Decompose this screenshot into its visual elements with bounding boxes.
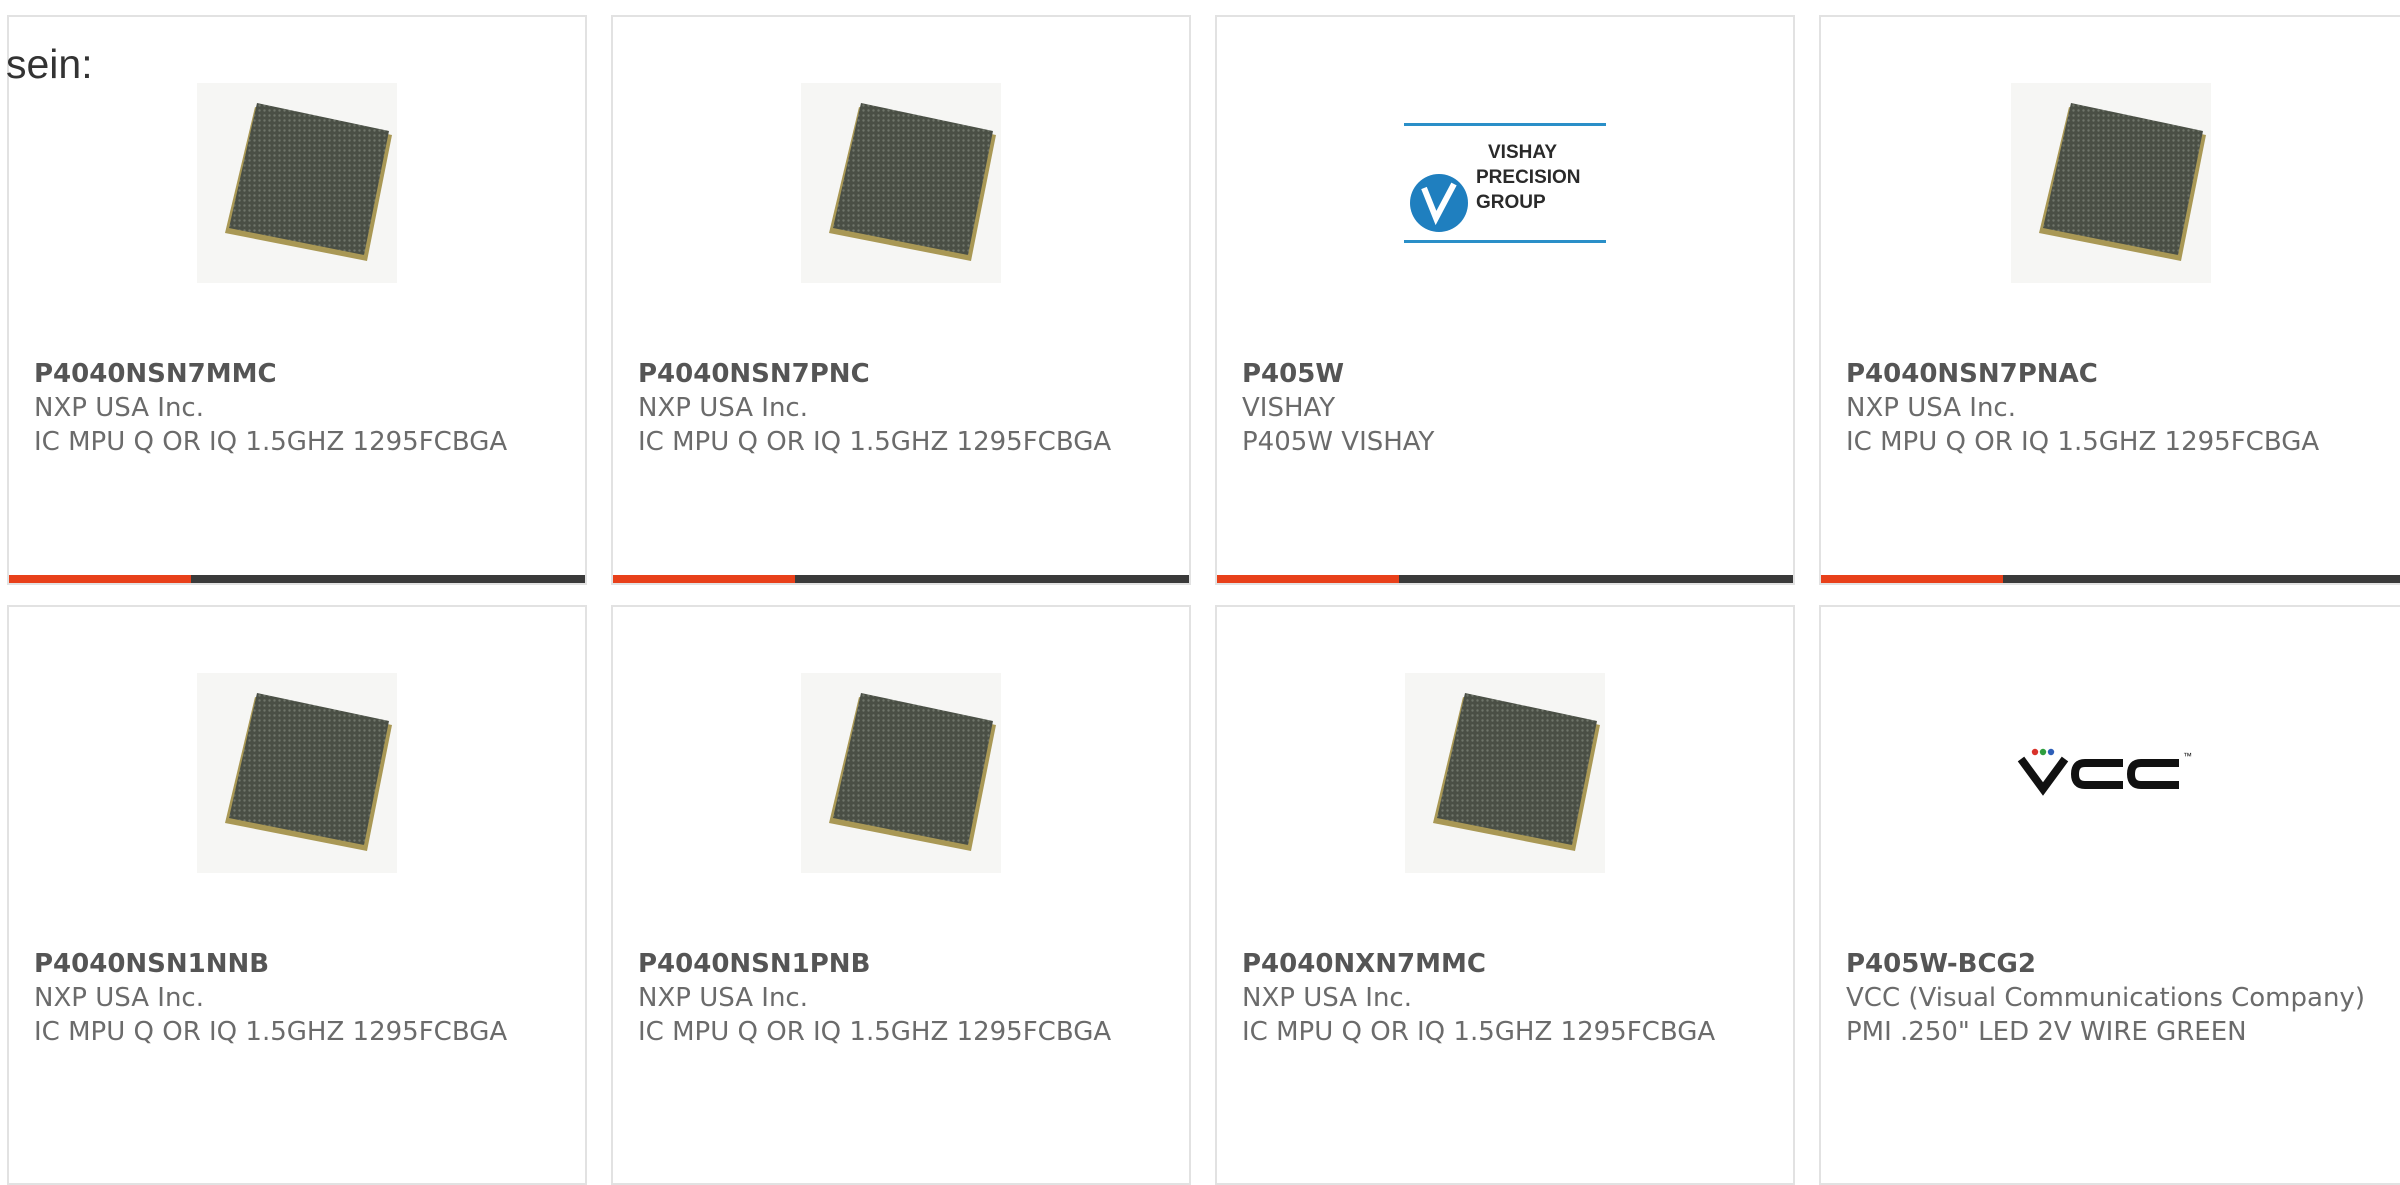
product-card[interactable]: P4040NSN7PNAC NXP USA Inc. IC MPU Q OR I…: [1819, 15, 2400, 585]
product-image: [613, 83, 1189, 283]
product-image: [9, 673, 585, 873]
product-image: VISHAY PRECISION GROUP: [1217, 83, 1793, 283]
product-card[interactable]: VISHAY PRECISION GROUP P405W VISHAY P405…: [1215, 15, 1795, 585]
description: IC MPU Q OR IQ 1.5GHZ 1295FCBGA: [638, 1017, 1112, 1047]
card-bottom-bar: [613, 575, 1189, 583]
product-card[interactable]: P4040NXN7MMC NXP USA Inc. IC MPU Q OR IQ…: [1215, 605, 1795, 1185]
lead-text: sein:: [6, 41, 93, 87]
card-accent-bar: [9, 575, 191, 583]
vishay-logo-text: VISHAY PRECISION GROUP: [1476, 142, 1581, 213]
description: PMI .250" LED 2V WIRE GREEN: [1846, 1017, 2247, 1047]
description: P405W VISHAY: [1242, 427, 1435, 457]
bga-chip-image: [197, 83, 397, 283]
part-number[interactable]: P4040NSN1PNB: [638, 947, 1169, 981]
card-accent-bar: [1217, 575, 1399, 583]
manufacturer: NXP USA Inc.: [1846, 393, 2016, 423]
product-card[interactable]: P4040NSN7PNC NXP USA Inc. IC MPU Q OR IQ…: [611, 15, 1191, 585]
product-info: P4040NSN7PNAC NXP USA Inc. IC MPU Q OR I…: [1846, 357, 2380, 459]
bga-chip-image: [197, 673, 397, 873]
card-bottom-bar: [1217, 575, 1793, 583]
product-card[interactable]: P4040NSN1NNB NXP USA Inc. IC MPU Q OR IQ…: [7, 605, 587, 1185]
manufacturer: NXP USA Inc.: [34, 393, 204, 423]
product-info: P4040NSN7MMC NXP USA Inc. IC MPU Q OR IQ…: [34, 357, 565, 459]
bga-chip-image: [801, 83, 1001, 283]
product-card[interactable]: ™ P405W-BCG2 VCC (Visual Communications …: [1819, 605, 2400, 1185]
product-info: P405W-BCG2 VCC (Visual Communications Co…: [1846, 947, 2380, 1049]
product-info: P4040NSN7PNC NXP USA Inc. IC MPU Q OR IQ…: [638, 357, 1169, 459]
card-bottom-bar: [9, 575, 585, 583]
description: IC MPU Q OR IQ 1.5GHZ 1295FCBGA: [638, 427, 1112, 457]
description: IC MPU Q OR IQ 1.5GHZ 1295FCBGA: [1242, 1017, 1716, 1047]
product-info: P4040NXN7MMC NXP USA Inc. IC MPU Q OR IQ…: [1242, 947, 1773, 1049]
product-image: [1821, 83, 2400, 283]
part-number[interactable]: P4040NXN7MMC: [1242, 947, 1773, 981]
product-grid: P4040NSN7MMC NXP USA Inc. IC MPU Q OR IQ…: [0, 0, 2400, 1185]
product-image: [1217, 673, 1793, 873]
svg-text:™: ™: [2183, 751, 2192, 761]
part-number[interactable]: P4040NSN7PNC: [638, 357, 1169, 391]
part-number[interactable]: P4040NSN7PNAC: [1846, 357, 2380, 391]
product-image: ™: [1821, 673, 2400, 873]
product-info: P4040NSN1NNB NXP USA Inc. IC MPU Q OR IQ…: [34, 947, 565, 1049]
part-number[interactable]: P405W-BCG2: [1846, 947, 2380, 981]
description: IC MPU Q OR IQ 1.5GHZ 1295FCBGA: [34, 427, 508, 457]
bga-chip-image: [801, 673, 1001, 873]
manufacturer: NXP USA Inc.: [638, 983, 808, 1013]
manufacturer: VISHAY: [1242, 393, 1336, 423]
description: IC MPU Q OR IQ 1.5GHZ 1295FCBGA: [1846, 427, 2320, 457]
product-info: P4040NSN1PNB NXP USA Inc. IC MPU Q OR IQ…: [638, 947, 1169, 1049]
product-image: [9, 83, 585, 283]
description: IC MPU Q OR IQ 1.5GHZ 1295FCBGA: [34, 1017, 508, 1047]
card-bottom-bar: [1821, 575, 2400, 583]
manufacturer: VCC (Visual Communications Company): [1846, 983, 2365, 1013]
part-number[interactable]: P4040NSN1NNB: [34, 947, 565, 981]
card-accent-bar: [1821, 575, 2003, 583]
manufacturer: NXP USA Inc.: [34, 983, 204, 1013]
part-number[interactable]: P4040NSN7MMC: [34, 357, 565, 391]
product-image: [613, 673, 1189, 873]
product-card[interactable]: P4040NSN1PNB NXP USA Inc. IC MPU Q OR IQ…: [611, 605, 1191, 1185]
vishay-logo-circle: [1410, 174, 1468, 232]
bga-chip-image: [2010, 83, 2211, 283]
product-info: P405W VISHAY P405W VISHAY: [1242, 357, 1773, 459]
product-card[interactable]: P4040NSN7MMC NXP USA Inc. IC MPU Q OR IQ…: [7, 15, 587, 585]
bga-chip-image: [1405, 673, 1605, 873]
card-accent-bar: [613, 575, 795, 583]
manufacturer: NXP USA Inc.: [638, 393, 808, 423]
vishay-precision-group-logo: VISHAY PRECISION GROUP: [1404, 123, 1606, 243]
part-number[interactable]: P405W: [1242, 357, 1773, 391]
vcc-logo: ™: [2011, 733, 2211, 813]
manufacturer: NXP USA Inc.: [1242, 983, 1412, 1013]
